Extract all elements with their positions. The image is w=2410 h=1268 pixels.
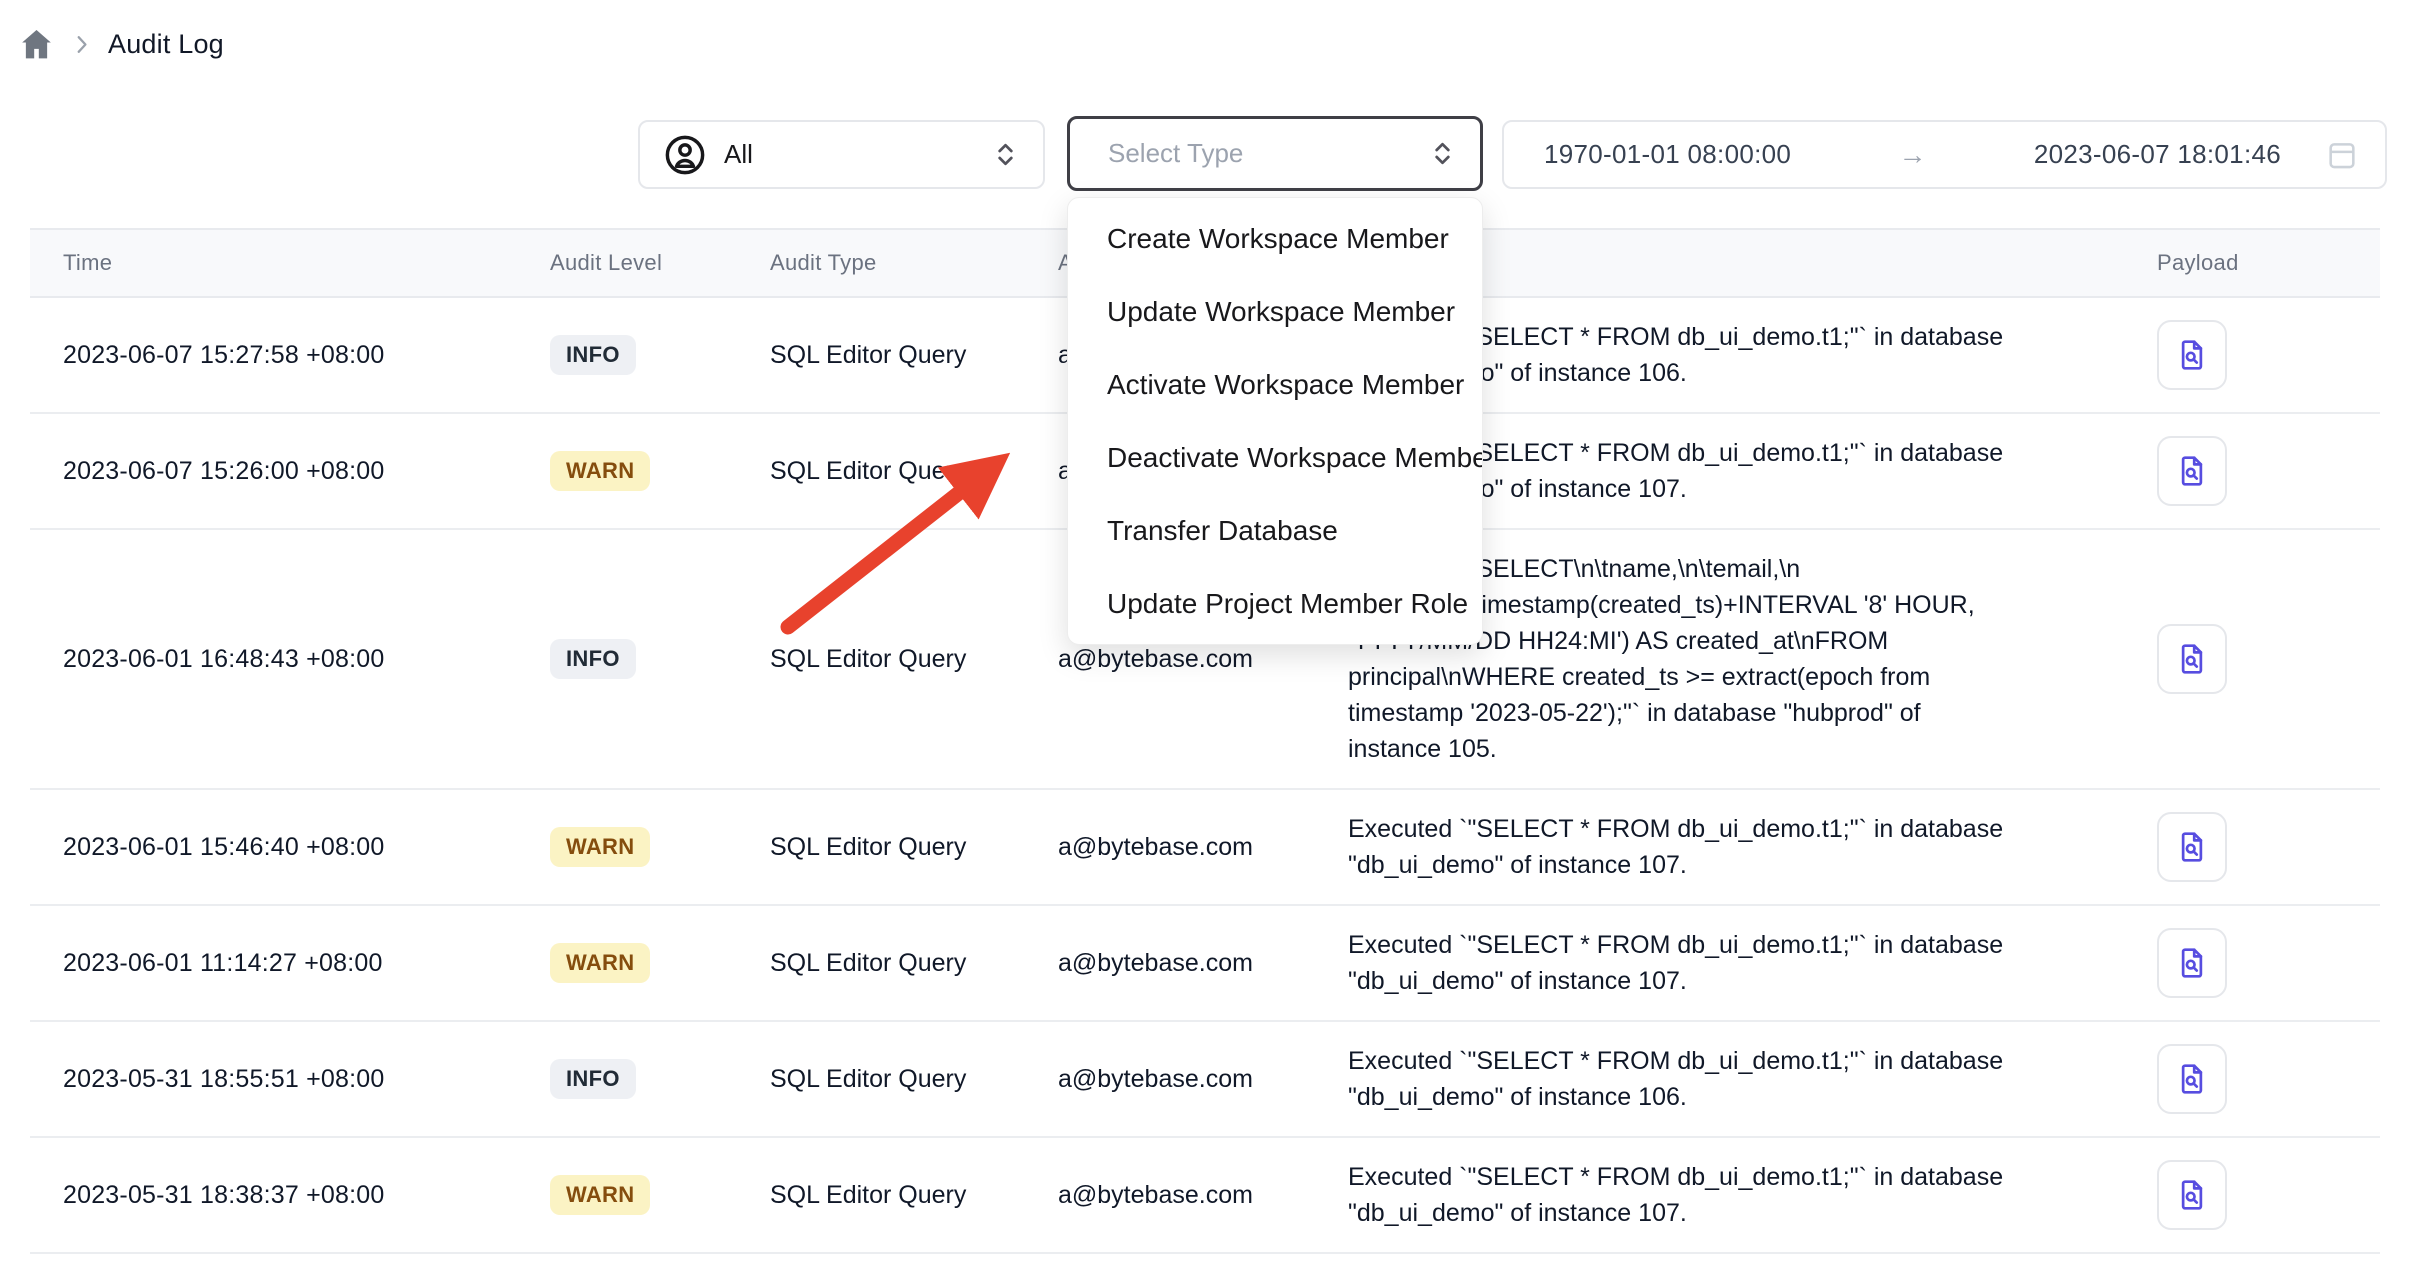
chevron-up-down-icon bbox=[990, 139, 1021, 170]
file-search-icon bbox=[2173, 944, 2211, 982]
date-range-picker[interactable]: 1970-01-01 08:00:00 → 2023-06-07 18:01:4… bbox=[1502, 120, 2387, 189]
row-time: 2023-06-01 15:46:40 +08:00 bbox=[30, 789, 517, 905]
type-option[interactable]: Create Workspace Member bbox=[1068, 202, 1482, 275]
payload-button[interactable] bbox=[2157, 1160, 2227, 1230]
row-audit-type: SQL Editor Query bbox=[737, 1021, 1025, 1137]
table-row bbox=[30, 1253, 2380, 1268]
file-search-icon bbox=[2173, 1176, 2211, 1214]
actor-filter-select[interactable]: All bbox=[638, 120, 1045, 189]
audit-level-badge: WARN bbox=[550, 1175, 650, 1215]
audit-level-badge: WARN bbox=[550, 451, 650, 491]
row-audit-type: SQL Editor Query bbox=[737, 297, 1025, 413]
row-actor: a@bytebase.com bbox=[1025, 1137, 1315, 1253]
page-title: Audit Log bbox=[108, 29, 224, 60]
breadcrumb: Audit Log bbox=[18, 26, 224, 63]
payload-button[interactable] bbox=[2157, 928, 2227, 998]
type-dropdown-menu: Create Workspace MemberUpdate Workspace … bbox=[1067, 197, 1483, 645]
payload-button[interactable] bbox=[2157, 812, 2227, 882]
row-actor: a@bytebase.com bbox=[1025, 789, 1315, 905]
type-filter-select[interactable]: Select Type bbox=[1067, 116, 1483, 191]
row-comment: Executed `"SELECT * FROM db_ui_demo.t1;"… bbox=[1315, 1021, 2107, 1137]
row-audit-type: SQL Editor Query bbox=[737, 413, 1025, 529]
row-time: 2023-06-01 16:48:43 +08:00 bbox=[30, 529, 517, 789]
file-search-icon bbox=[2173, 452, 2211, 490]
row-audit-type: SQL Editor Query bbox=[737, 789, 1025, 905]
user-icon bbox=[662, 132, 708, 178]
type-filter-placeholder: Select Type bbox=[1108, 138, 1243, 169]
row-time: 2023-05-31 18:38:37 +08:00 bbox=[30, 1137, 517, 1253]
payload-button[interactable] bbox=[2157, 436, 2227, 506]
audit-log-page: Audit Log All Select Type 1970- bbox=[0, 0, 2410, 1268]
actor-filter-value: All bbox=[724, 139, 753, 170]
row-actor: a@bytebase.com bbox=[1025, 1021, 1315, 1137]
row-audit-type: SQL Editor Query bbox=[737, 905, 1025, 1021]
audit-level-badge: INFO bbox=[550, 639, 636, 679]
file-search-icon bbox=[2173, 336, 2211, 374]
file-search-icon bbox=[2173, 828, 2211, 866]
type-option[interactable]: Update Workspace Member bbox=[1068, 275, 1482, 348]
audit-level-badge: INFO bbox=[550, 1059, 636, 1099]
row-comment: Executed `"SELECT * FROM db_ui_demo.t1;"… bbox=[1315, 1137, 2107, 1253]
row-time: 2023-06-07 15:27:58 +08:00 bbox=[30, 297, 517, 413]
payload-button[interactable] bbox=[2157, 320, 2227, 390]
table-row: 2023-06-01 15:46:40 +08:00 WARN SQL Edit… bbox=[30, 789, 2380, 905]
row-comment: Executed `"SELECT * FROM db_ui_demo.t1;"… bbox=[1315, 789, 2107, 905]
date-range-end[interactable]: 2023-06-07 18:01:46 bbox=[2034, 139, 2281, 170]
header-audit-type: Audit Type bbox=[737, 229, 1025, 297]
table-row: 2023-05-31 18:55:51 +08:00 INFO SQL Edit… bbox=[30, 1021, 2380, 1137]
header-audit-level: Audit Level bbox=[517, 229, 737, 297]
chevron-up-down-icon bbox=[1427, 138, 1458, 169]
audit-level-badge: WARN bbox=[550, 943, 650, 983]
row-time: 2023-06-07 15:26:00 +08:00 bbox=[30, 413, 517, 529]
payload-button[interactable] bbox=[2157, 624, 2227, 694]
header-payload: Payload bbox=[2107, 229, 2380, 297]
row-audit-type: SQL Editor Query bbox=[737, 529, 1025, 789]
type-option[interactable]: Update Project Member Role bbox=[1068, 567, 1482, 640]
payload-button[interactable] bbox=[2157, 1044, 2227, 1114]
row-audit-type: SQL Editor Query bbox=[737, 1137, 1025, 1253]
row-time: 2023-06-01 11:14:27 +08:00 bbox=[30, 905, 517, 1021]
row-actor: a@bytebase.com bbox=[1025, 905, 1315, 1021]
arrow-right-icon: → bbox=[1891, 139, 1935, 171]
date-range-start[interactable]: 1970-01-01 08:00:00 bbox=[1544, 139, 1791, 170]
calendar-icon bbox=[2325, 138, 2359, 172]
table-row: 2023-05-31 18:38:37 +08:00 WARN SQL Edit… bbox=[30, 1137, 2380, 1253]
chevron-right-icon bbox=[68, 31, 95, 58]
row-time: 2023-05-31 18:55:51 +08:00 bbox=[30, 1021, 517, 1137]
file-search-icon bbox=[2173, 1060, 2211, 1098]
table-row: 2023-06-01 11:14:27 +08:00 WARN SQL Edit… bbox=[30, 905, 2380, 1021]
header-time: Time bbox=[30, 229, 517, 297]
row-comment: Executed `"SELECT * FROM db_ui_demo.t1;"… bbox=[1315, 905, 2107, 1021]
type-option[interactable]: Deactivate Workspace Member bbox=[1068, 421, 1482, 494]
audit-level-badge: INFO bbox=[550, 335, 636, 375]
type-option[interactable]: Transfer Database bbox=[1068, 494, 1482, 567]
home-icon[interactable] bbox=[18, 26, 55, 63]
type-option[interactable]: Activate Workspace Member bbox=[1068, 348, 1482, 421]
file-search-icon bbox=[2173, 640, 2211, 678]
audit-level-badge: WARN bbox=[550, 827, 650, 867]
